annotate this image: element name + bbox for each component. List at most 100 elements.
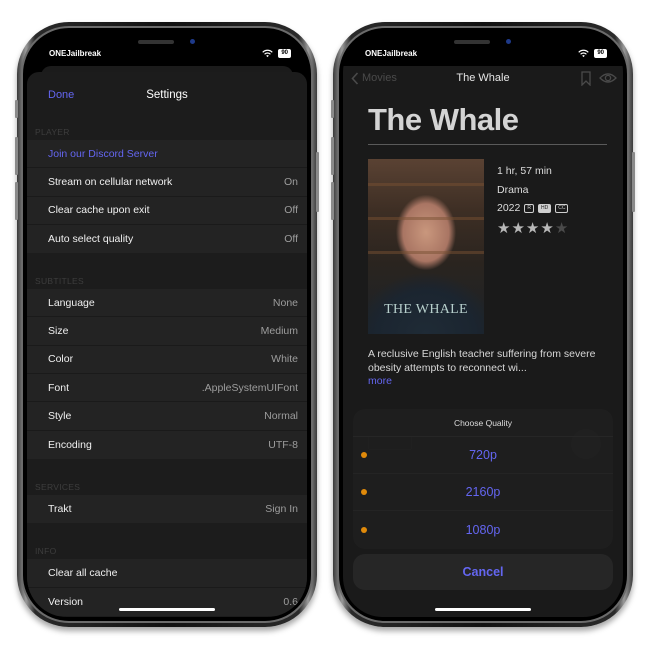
row-color[interactable]: Color White bbox=[27, 346, 307, 375]
carrier-label: ONEJailbreak bbox=[365, 48, 418, 58]
settings-nav-bar: Done Settings bbox=[27, 72, 307, 118]
row-label: Size bbox=[48, 325, 69, 338]
star-rating: ★ ★ ★ ★ ★ bbox=[497, 221, 568, 236]
power-button bbox=[316, 152, 319, 212]
row-value: 0.6 bbox=[283, 595, 298, 608]
row-clear-cache-exit[interactable]: Clear cache upon exit Off bbox=[27, 197, 307, 225]
carrier-label: ONEJailbreak bbox=[49, 48, 102, 58]
settings-title: Settings bbox=[146, 89, 188, 101]
more-link[interactable]: more bbox=[368, 375, 392, 387]
star-filled-icon: ★ bbox=[511, 219, 525, 237]
movie-nav-bar: Movies The Whale bbox=[343, 66, 623, 90]
done-button[interactable]: Done bbox=[48, 89, 74, 101]
home-indicator[interactable] bbox=[435, 608, 531, 611]
row-value: White bbox=[271, 353, 298, 366]
phone-left: ONEJailbreak 90 Done Settings PLAYER Joi… bbox=[15, 22, 319, 627]
mute-switch bbox=[331, 100, 334, 118]
quality-action-sheet: Choose Quality 720p 2160p 1080p bbox=[353, 409, 613, 549]
star-filled-icon: ★ bbox=[525, 219, 540, 237]
row-value: Sign In bbox=[265, 503, 298, 516]
eye-icon[interactable] bbox=[599, 72, 617, 84]
row-value: Off bbox=[284, 233, 298, 246]
year-badges: 2022 R HD CC bbox=[497, 202, 569, 214]
dot-icon bbox=[361, 452, 367, 458]
mute-switch bbox=[15, 100, 18, 118]
row-label: Trakt bbox=[48, 503, 72, 516]
group-services: Trakt Sign In bbox=[27, 494, 307, 524]
rating-badge: R bbox=[524, 203, 534, 213]
row-label: Auto select quality bbox=[48, 233, 134, 246]
row-label: Clear all cache bbox=[48, 566, 118, 579]
battery-icon: 90 bbox=[278, 48, 291, 58]
volume-up-button bbox=[331, 137, 334, 175]
row-value: Off bbox=[284, 204, 298, 217]
quality-option-1080p[interactable]: 1080p bbox=[353, 511, 613, 548]
row-label: Stream on cellular network bbox=[48, 175, 173, 188]
row-style[interactable]: Style Normal bbox=[27, 402, 307, 431]
section-header-services: SERVICES bbox=[35, 481, 81, 492]
cc-badge: CC bbox=[555, 203, 569, 213]
row-label: Clear cache upon exit bbox=[48, 204, 150, 217]
row-value: On bbox=[283, 175, 298, 188]
dot-icon bbox=[361, 489, 367, 495]
row-value: .AppleSystemUIFont bbox=[201, 381, 298, 394]
genre: Drama bbox=[497, 183, 529, 196]
row-value: Medium bbox=[260, 325, 298, 338]
power-button bbox=[632, 152, 635, 212]
status-bar: ONEJailbreak 90 bbox=[27, 32, 307, 66]
row-size[interactable]: Size Medium bbox=[27, 317, 307, 346]
movie-poster: THE WHALE bbox=[368, 159, 484, 334]
section-header-info: INFO bbox=[35, 546, 57, 557]
cancel-button[interactable]: Cancel bbox=[353, 554, 613, 590]
volume-down-button bbox=[15, 182, 18, 220]
poster-shelf bbox=[368, 251, 484, 254]
wifi-icon bbox=[262, 49, 274, 57]
option-label: 720p bbox=[469, 448, 497, 462]
row-clear-all-cache[interactable]: Clear all cache bbox=[27, 559, 307, 588]
section-header-player: PLAYER bbox=[35, 127, 70, 137]
row-join-discord[interactable]: Join our Discord Server bbox=[27, 140, 307, 169]
action-sheet-title: Choose Quality bbox=[353, 409, 613, 437]
quality-option-720p[interactable]: 720p bbox=[353, 437, 613, 474]
row-label: Version bbox=[48, 595, 84, 608]
section-header-subtitles: SUBTITLES bbox=[35, 276, 84, 287]
row-auto-select-quality[interactable]: Auto select quality Off bbox=[27, 225, 307, 253]
row-language[interactable]: Language None bbox=[27, 289, 307, 318]
synopsis-text: A reclusive English teacher suffering fr… bbox=[368, 348, 596, 374]
volume-down-button bbox=[331, 182, 334, 220]
row-font[interactable]: Font .AppleSystemUIFont bbox=[27, 374, 307, 403]
poster-shelf bbox=[368, 183, 484, 186]
hd-badge: HD bbox=[537, 203, 552, 213]
settings-sheet: Done Settings PLAYER Join our Discord Se… bbox=[27, 72, 307, 617]
background-text: addition of bbox=[563, 616, 605, 617]
star-filled-icon: ★ bbox=[497, 219, 511, 237]
option-label: 1080p bbox=[465, 522, 501, 537]
synopsis[interactable]: A reclusive English teacher suffering fr… bbox=[343, 334, 623, 389]
poster-shelf bbox=[368, 217, 484, 220]
home-indicator[interactable] bbox=[119, 608, 215, 611]
quality-option-2160p[interactable]: 2160p bbox=[353, 474, 613, 511]
row-encoding[interactable]: Encoding UTF-8 bbox=[27, 431, 307, 459]
phone-right: ONEJailbreak 90 Movies The Whale The Wha… bbox=[331, 22, 635, 627]
row-label: Language bbox=[48, 296, 95, 309]
back-button[interactable]: Movies bbox=[351, 71, 397, 85]
row-label: Encoding bbox=[48, 438, 92, 451]
row-label: Style bbox=[48, 410, 72, 423]
group-subtitles: Language None Size Medium Color White Fo… bbox=[27, 289, 307, 459]
row-stream-cellular[interactable]: Stream on cellular network On bbox=[27, 168, 307, 197]
screen: ONEJailbreak 90 Movies The Whale The Wha… bbox=[343, 32, 623, 617]
chevron-left-icon bbox=[351, 71, 359, 85]
runtime: 1 hr, 57 min bbox=[497, 165, 552, 177]
dot-icon bbox=[361, 526, 367, 533]
star-filled-icon: ★ bbox=[540, 219, 554, 237]
row-label: Font bbox=[48, 381, 70, 394]
bookmark-icon[interactable] bbox=[581, 70, 591, 86]
option-label: 2160p bbox=[465, 485, 501, 499]
wifi-icon bbox=[578, 49, 590, 57]
row-label: Color bbox=[48, 353, 74, 366]
row-trakt[interactable]: Trakt Sign In bbox=[27, 495, 307, 523]
row-value: UTF-8 bbox=[268, 438, 298, 451]
